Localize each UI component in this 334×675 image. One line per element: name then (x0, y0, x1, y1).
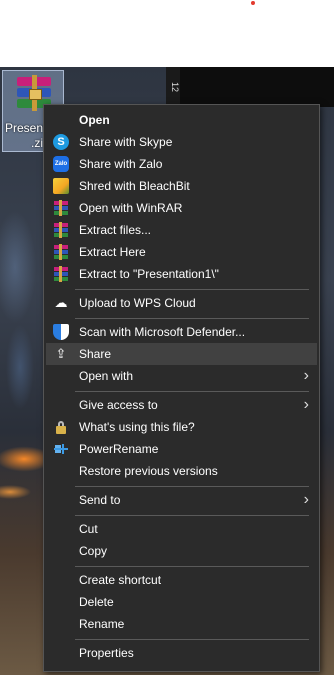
menu-item-label: Extract files... (79, 223, 152, 237)
menu-item-powerrename[interactable]: PowerRename (46, 438, 317, 460)
cloud-icon: ☁ (54, 295, 68, 310)
chevron-right-icon: › (303, 491, 309, 508)
context-menu: Open S Share with Skype Zalo Share with … (43, 104, 320, 672)
skype-icon: S (53, 134, 69, 150)
menu-item-label: Share with Skype (79, 135, 173, 149)
menu-separator (75, 391, 309, 392)
winrar-icon (53, 244, 69, 260)
menu-item-extract-to-folder[interactable]: Extract to "Presentation1\" (46, 263, 317, 285)
menu-item-label: PowerRename (79, 442, 159, 456)
menu-item-label: Share with Zalo (79, 157, 163, 171)
menu-item-label: Send to (79, 493, 121, 507)
menu-separator (75, 639, 309, 640)
menu-item-label: Upload to WPS Cloud (79, 296, 196, 310)
powerrename-icon (53, 441, 69, 457)
menu-item-share-with-skype[interactable]: S Share with Skype (46, 131, 317, 153)
menu-item-label: Share (79, 347, 112, 361)
winrar-icon (53, 222, 69, 238)
bleachbit-icon (53, 178, 69, 194)
menu-item-label: Extract to "Presentation1\" (79, 267, 219, 281)
menu-item-label: Cut (79, 522, 98, 536)
menu-separator (75, 515, 309, 516)
menu-item-label: What's using this file? (79, 420, 195, 434)
menu-item-label: Restore previous versions (79, 464, 218, 478)
menu-item-share-with-zalo[interactable]: Zalo Share with Zalo (46, 153, 317, 175)
red-dot (251, 1, 255, 5)
menu-item-open-with-winrar[interactable]: Open with WinRAR (46, 197, 317, 219)
menu-separator (75, 566, 309, 567)
menu-item-delete[interactable]: Delete (46, 591, 317, 613)
winrar-icon (53, 266, 69, 282)
menu-item-label: Open with WinRAR (79, 201, 183, 215)
top-white-area (0, 0, 334, 67)
menu-separator (75, 289, 309, 290)
chevron-right-icon: › (303, 396, 309, 413)
menu-item-label: Give access to (79, 398, 158, 412)
menu-item-scan-with-defender[interactable]: Scan with Microsoft Defender... (46, 321, 317, 343)
menu-item-label: Extract Here (79, 245, 146, 259)
menu-item-whats-using-this-file[interactable]: What's using this file? (46, 416, 317, 438)
zalo-icon: Zalo (53, 156, 69, 172)
menu-item-label: Create shortcut (79, 573, 162, 587)
share-icon: ⇪ (55, 346, 67, 361)
menu-item-extract-here[interactable]: Extract Here (46, 241, 317, 263)
desktop-dark-region (180, 67, 334, 107)
menu-item-label: Open (79, 113, 110, 127)
chevron-right-icon: › (303, 367, 309, 384)
menu-item-open[interactable]: Open (46, 109, 317, 131)
menu-item-send-to[interactable]: Send to › (46, 489, 317, 511)
menu-item-rename[interactable]: Rename (46, 613, 317, 635)
desktop-side-strip: 12 (166, 67, 180, 107)
menu-item-restore-previous-versions[interactable]: Restore previous versions (46, 460, 317, 482)
menu-item-label: Delete (79, 595, 114, 609)
menu-item-label: Shred with BleachBit (79, 179, 190, 193)
menu-item-upload-to-wps-cloud[interactable]: ☁ Upload to WPS Cloud (46, 292, 317, 314)
menu-item-extract-files[interactable]: Extract files... (46, 219, 317, 241)
menu-item-label: Copy (79, 544, 108, 558)
menu-item-open-with[interactable]: Open with › (46, 365, 317, 387)
defender-shield-icon (53, 324, 69, 340)
desktop-file-extension: .zi (31, 136, 43, 150)
menu-item-share[interactable]: ⇪ Share (46, 343, 317, 365)
menu-item-label: Properties (79, 646, 134, 660)
menu-item-shred-with-bleachbit[interactable]: Shred with BleachBit (46, 175, 317, 197)
winrar-icon (53, 200, 69, 216)
menu-item-cut[interactable]: Cut (46, 518, 317, 540)
menu-item-label: Open with (79, 369, 134, 383)
menu-separator (75, 486, 309, 487)
menu-item-label: Scan with Microsoft Defender... (79, 325, 246, 339)
menu-item-give-access-to[interactable]: Give access to › (46, 394, 317, 416)
menu-item-create-shortcut[interactable]: Create shortcut (46, 569, 317, 591)
menu-item-copy[interactable]: Copy (46, 540, 317, 562)
menu-item-properties[interactable]: Properties (46, 642, 317, 664)
menu-item-label: Rename (79, 617, 125, 631)
menu-separator (75, 318, 309, 319)
lock-icon (53, 419, 69, 435)
